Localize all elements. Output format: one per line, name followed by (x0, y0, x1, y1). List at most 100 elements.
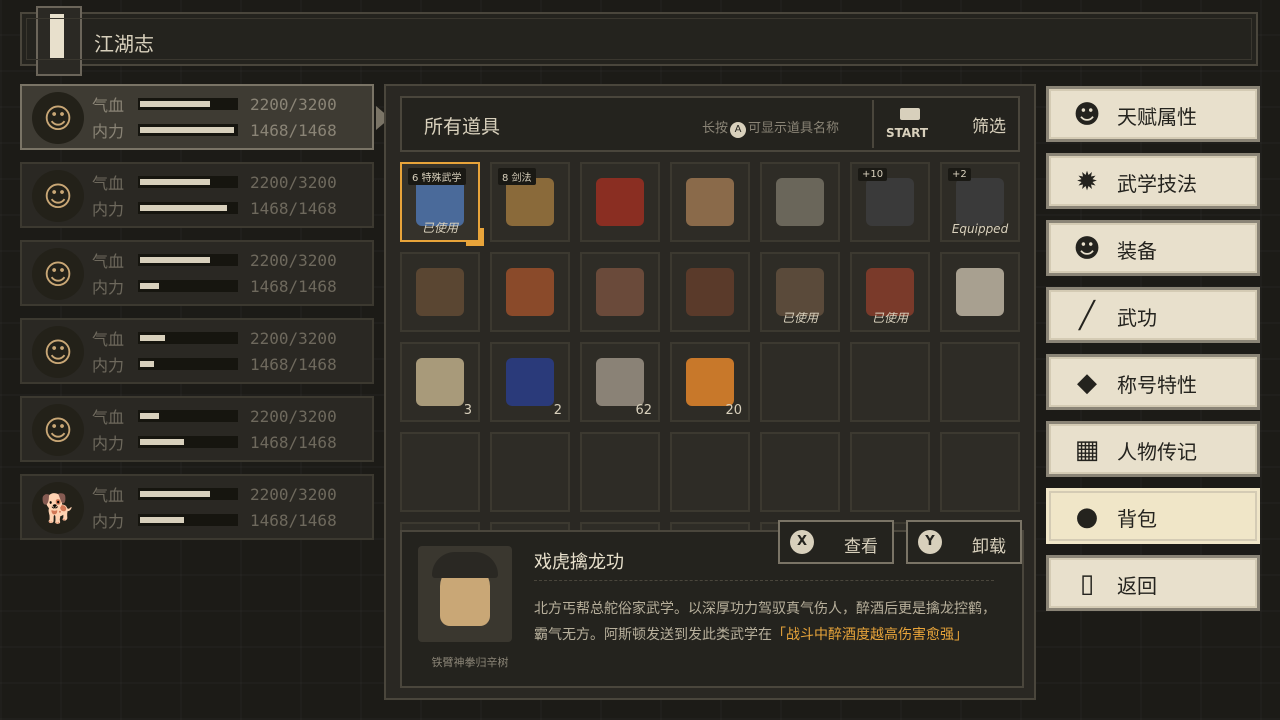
item-detail-panel: 铁臂神拳归辛树 戏虎擒龙功 北方丐帮总舵俗家武学。以深厚功力驾驭真气伤人，醉酒后… (400, 520, 1024, 688)
avatar: ☺ (32, 92, 84, 144)
menu-icon: ☻ (1073, 100, 1101, 130)
item-slot[interactable] (670, 252, 750, 332)
item-icon (416, 268, 464, 316)
empty-slot[interactable] (850, 342, 930, 422)
mp-bar (138, 202, 238, 214)
party-list: ☺ 气血 2200/3200 内力 1468/1468 ☺ 气血 2200/32… (20, 84, 390, 552)
mp-bar (138, 436, 238, 448)
name-hint: 长按 A 可显示道具名称 (702, 121, 840, 138)
item-icon (686, 178, 734, 226)
hp-value: 2200/3200 (250, 406, 337, 426)
mp-label: 内力 (92, 434, 125, 453)
item-status: 已使用 (871, 311, 908, 325)
mp-value: 1468/1468 (250, 198, 337, 218)
category-label[interactable]: 所有道具 (424, 112, 500, 139)
menu-icon: ◆ (1077, 368, 1097, 398)
item-icon (506, 178, 554, 226)
menu-item[interactable]: ● 背包 (1046, 488, 1260, 544)
hp-label: 气血 (92, 330, 125, 349)
item-slot[interactable] (580, 252, 660, 332)
menu-icon: ☻ (1073, 234, 1101, 264)
hp-bar (138, 410, 238, 422)
menu-item[interactable]: ☻ 装备 (1046, 220, 1260, 276)
mp-bar (138, 124, 238, 136)
item-slot[interactable]: 已使用 (850, 252, 930, 332)
avatar: 🐕 (32, 482, 84, 534)
item-slot[interactable]: 62 (580, 342, 660, 422)
item-tag: 6 特殊武学 (408, 168, 466, 185)
hp-bar (138, 176, 238, 188)
menu-label: 武功 (1117, 306, 1157, 330)
filter-button[interactable]: 筛选 (972, 112, 1006, 137)
party-member[interactable]: ☺ 气血 2200/3200 内力 1468/1468 (20, 240, 374, 306)
item-icon (686, 358, 734, 406)
empty-slot[interactable] (400, 432, 480, 512)
item-icon (956, 178, 1004, 226)
item-tag: +2 (948, 168, 971, 181)
menu-item[interactable]: ▦ 人物传记 (1046, 421, 1260, 477)
avatar: ☺ (32, 326, 84, 378)
item-icon (596, 178, 644, 226)
start-button[interactable]: START (872, 100, 948, 148)
hp-label: 气血 (92, 252, 125, 271)
menu-label: 称号特性 (1117, 373, 1197, 397)
menu-item[interactable]: ▯ 返回 (1046, 555, 1260, 611)
empty-slot[interactable] (490, 432, 570, 512)
menu-item[interactable]: ◆ 称号特性 (1046, 354, 1260, 410)
hp-value: 2200/3200 (250, 94, 337, 114)
item-status: 已使用 (781, 311, 818, 325)
item-status: 已使用 (421, 221, 458, 235)
item-slot[interactable]: 6 特殊武学 已使用 (400, 162, 484, 246)
item-icon (866, 178, 914, 226)
item-slot[interactable]: +2 Equipped (940, 162, 1020, 242)
mp-value: 1468/1468 (250, 120, 337, 140)
hp-value: 2200/3200 (250, 484, 337, 504)
party-member[interactable]: ☺ 气血 2200/3200 内力 1468/1468 (20, 84, 390, 150)
unequip-button[interactable]: Y 卸载 (906, 520, 1022, 564)
item-slot[interactable] (940, 252, 1020, 332)
mp-bar (138, 514, 238, 526)
menu-item[interactable]: ☻ 天赋属性 (1046, 86, 1260, 142)
avatar: ☺ (32, 170, 84, 222)
item-icon (776, 178, 824, 226)
item-slot[interactable]: 20 (670, 342, 750, 422)
empty-slot[interactable] (580, 432, 660, 512)
empty-slot[interactable] (760, 432, 840, 512)
hp-value: 2200/3200 (250, 250, 337, 270)
empty-slot[interactable] (760, 342, 840, 422)
hp-value: 2200/3200 (250, 328, 337, 348)
item-slot[interactable]: 已使用 (760, 252, 840, 332)
menu-icon: ● (1075, 502, 1099, 532)
item-slot[interactable]: +10 (850, 162, 930, 242)
empty-slot[interactable] (850, 432, 930, 512)
mp-label: 内力 (92, 278, 125, 297)
menu-icon: ✹ (1076, 167, 1098, 197)
menu-item[interactable]: ╱ 武功 (1046, 287, 1260, 343)
avatar: ☺ (32, 404, 84, 456)
item-slot[interactable] (490, 252, 570, 332)
party-member[interactable]: ☺ 气血 2200/3200 内力 1468/1468 (20, 162, 374, 228)
item-slot[interactable] (670, 162, 750, 242)
inventory-panel: 所有道具 长按 A 可显示道具名称 START 筛选 6 特殊武学 已使用 8 剑法 +1… (384, 84, 1036, 700)
party-member[interactable]: 🐕 气血 2200/3200 内力 1468/1468 (20, 474, 374, 540)
character-name: 铁臂神拳归辛树 (431, 656, 509, 669)
empty-slot[interactable] (940, 342, 1020, 422)
item-slot[interactable]: 3 (400, 342, 480, 422)
item-count: 20 (725, 403, 742, 418)
controller-icon (900, 108, 920, 120)
party-member[interactable]: ☺ 气血 2200/3200 内力 1468/1468 (20, 396, 374, 462)
item-slot[interactable] (580, 162, 660, 242)
skill-description: 北方丐帮总舵俗家武学。以深厚功力驾驭真气伤人，醉酒后更是擒龙控鹤，霸气无方。阿斯… (534, 601, 996, 643)
mp-bar (138, 280, 238, 292)
item-slot[interactable] (400, 252, 480, 332)
empty-slot[interactable] (670, 432, 750, 512)
item-icon (596, 268, 644, 316)
party-member[interactable]: ☺ 气血 2200/3200 内力 1468/1468 (20, 318, 374, 384)
item-slot[interactable]: 2 (490, 342, 570, 422)
view-button[interactable]: X 查看 (778, 520, 894, 564)
menu-item[interactable]: ✹ 武学技法 (1046, 153, 1260, 209)
empty-slot[interactable] (940, 432, 1020, 512)
item-slot[interactable] (760, 162, 840, 242)
avatar: ☺ (32, 248, 84, 300)
item-slot[interactable]: 8 剑法 (490, 162, 570, 242)
